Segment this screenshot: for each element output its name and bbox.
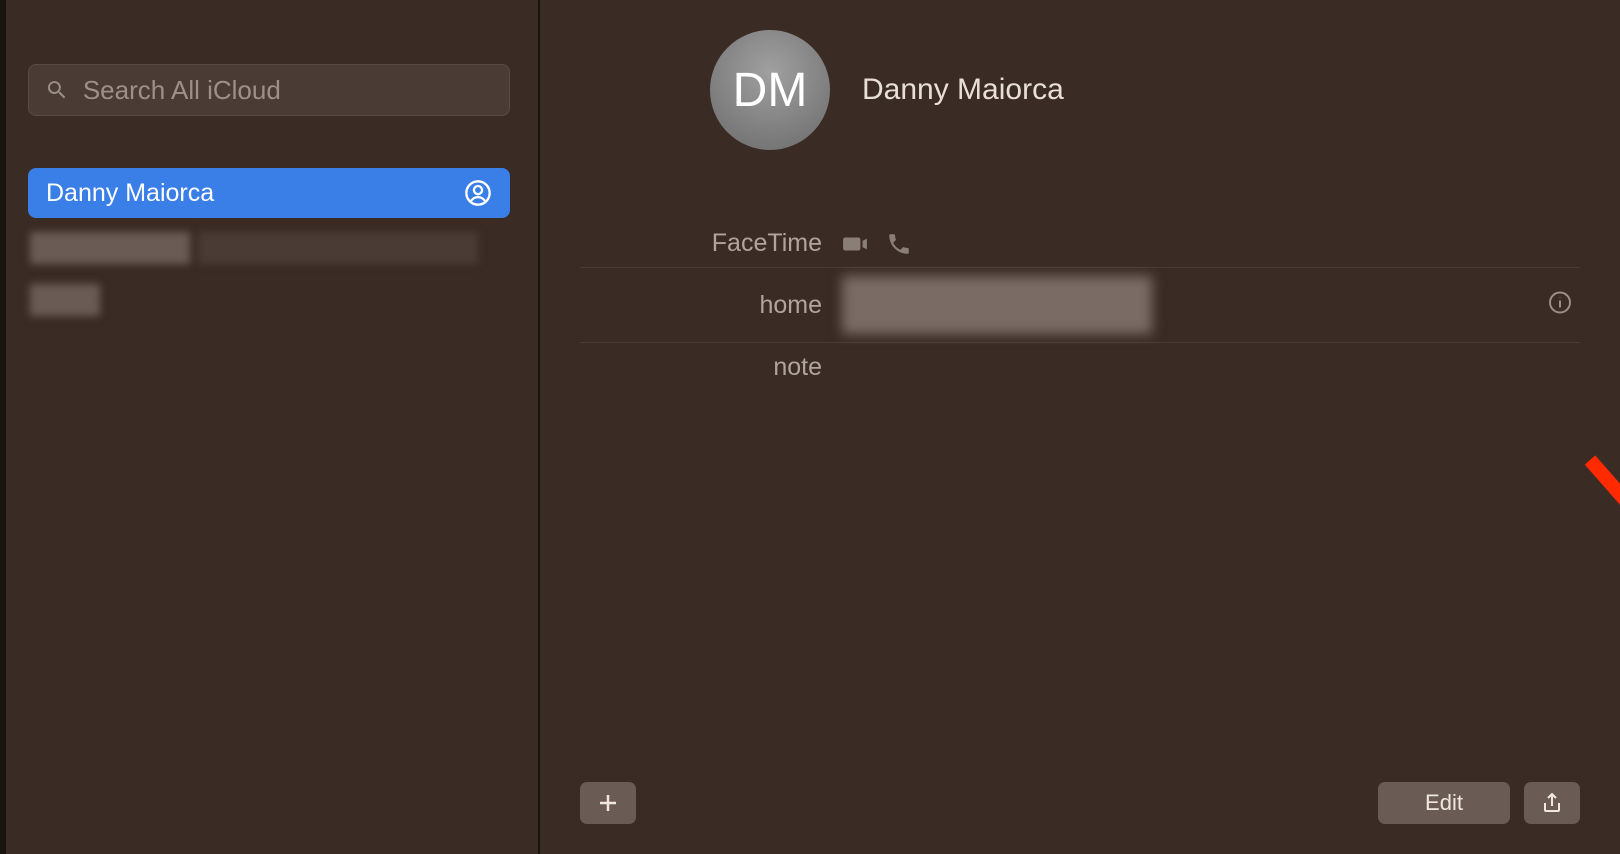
- detail-row-note: note: [580, 343, 1580, 391]
- share-icon: [1540, 791, 1564, 815]
- contact-list-item-redacted[interactable]: [28, 274, 510, 326]
- facetime-label: FaceTime: [580, 229, 842, 258]
- search-input[interactable]: [83, 75, 493, 106]
- contact-list-item-redacted[interactable]: [28, 222, 510, 274]
- contact-details: FaceTime home note: [580, 220, 1580, 391]
- plus-icon: [596, 791, 620, 815]
- add-button[interactable]: [580, 782, 636, 824]
- avatar-initials: DM: [733, 63, 808, 118]
- contacts-sidebar: Danny Maiorca: [0, 0, 540, 854]
- contact-item-name: Danny Maiorca: [46, 179, 214, 208]
- contact-header: DM Danny Maiorca: [580, 30, 1580, 150]
- annotation-arrow-icon: [1570, 440, 1620, 790]
- contact-detail-pane: DM Danny Maiorca FaceTime home note: [540, 0, 1620, 854]
- home-value-redacted: [842, 276, 1152, 334]
- search-box[interactable]: [28, 64, 510, 116]
- avatar[interactable]: DM: [710, 30, 830, 150]
- search-icon: [45, 77, 69, 103]
- home-label: home: [580, 291, 842, 320]
- share-button[interactable]: [1524, 782, 1580, 824]
- edit-button[interactable]: Edit: [1378, 782, 1510, 824]
- detail-row-facetime: FaceTime: [580, 220, 1580, 268]
- info-icon: [1548, 291, 1572, 315]
- info-button[interactable]: [1548, 291, 1572, 320]
- detail-row-home: home: [580, 268, 1580, 343]
- video-icon[interactable]: [842, 231, 868, 257]
- contact-name: Danny Maiorca: [862, 73, 1064, 107]
- note-label: note: [580, 353, 842, 382]
- phone-icon[interactable]: [886, 231, 912, 257]
- user-circle-icon: [464, 179, 492, 207]
- footer-toolbar: Edit: [580, 782, 1580, 824]
- edit-button-label: Edit: [1425, 790, 1463, 816]
- contact-list-item-selected[interactable]: Danny Maiorca: [28, 168, 510, 218]
